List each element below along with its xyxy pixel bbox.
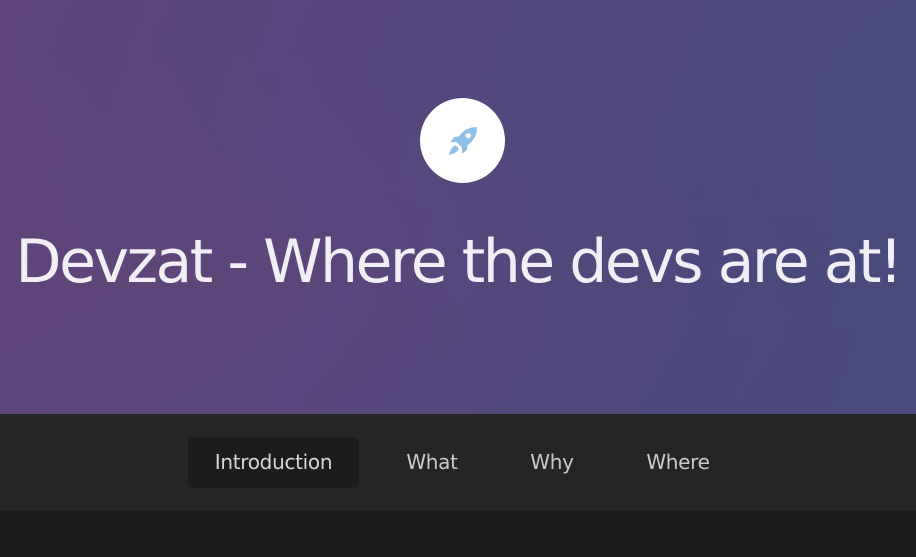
nav-item-what[interactable]: What	[389, 437, 475, 488]
nav-item-introduction[interactable]: Introduction	[188, 437, 359, 488]
nav-item-why[interactable]: Why	[510, 437, 594, 488]
hero-banner: Devzat - Where the devs are at!	[0, 0, 916, 414]
logo-badge	[420, 98, 505, 183]
nav-item-where[interactable]: Where	[626, 437, 730, 488]
content-area	[0, 511, 916, 557]
page-title: Devzat - Where the devs are at!	[15, 227, 903, 297]
rocket-icon	[448, 126, 477, 155]
